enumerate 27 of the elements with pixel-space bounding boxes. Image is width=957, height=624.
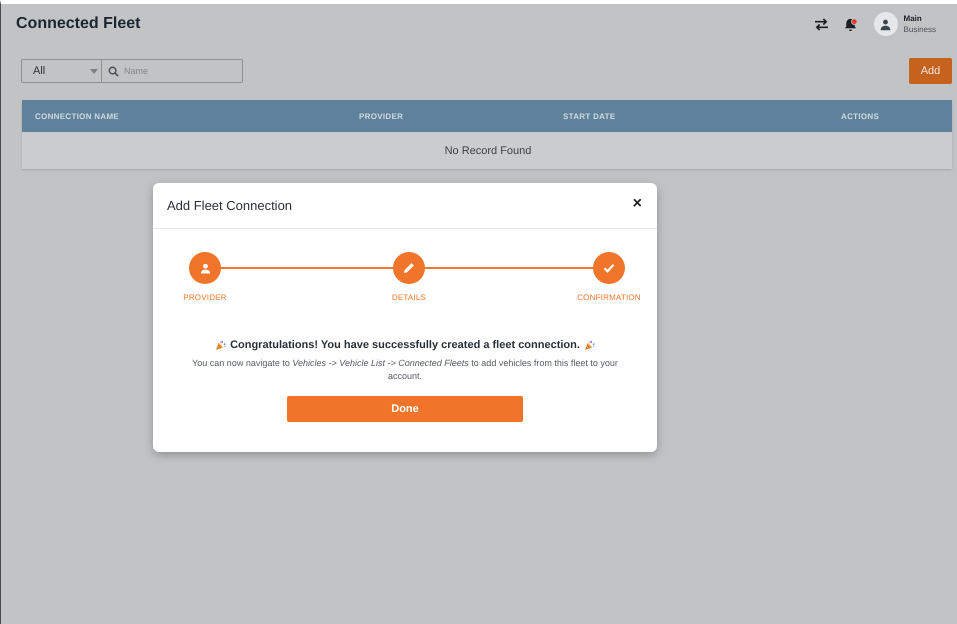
close-button[interactable]: × (630, 194, 644, 212)
empty-message: No Record Found (444, 144, 532, 156)
step-label: PROVIDER (183, 293, 227, 302)
success-heading: Congratulations! You have successfully created a fleet connection. (230, 339, 580, 351)
column-header: ACTIONS (841, 112, 880, 120)
modal-title: Add Fleet Connection (167, 198, 292, 213)
avatar-icon[interactable] (874, 12, 898, 36)
page-title: Connected Fleet (16, 15, 142, 33)
bell-icon[interactable] (842, 16, 858, 32)
person-icon (200, 262, 210, 274)
user-role: Business (904, 24, 936, 35)
column-header: START DATE (563, 112, 616, 120)
search-field[interactable]: Name (102, 59, 243, 83)
column-header: PROVIDER (359, 112, 404, 120)
step-label: DETAILS (392, 293, 426, 302)
success-message: You can now navigate to Vehicles -> Vehicle List -> Connected Fleets to add vehicles from this fleet to your account. (191, 357, 619, 383)
pencil-icon (403, 262, 415, 274)
search-icon (108, 66, 119, 77)
user-name: Main (904, 13, 923, 24)
filter-dropdown[interactable]: All (21, 59, 102, 83)
caret-icon (90, 68, 98, 74)
step-label: CONFIRMATION (577, 293, 641, 302)
party-popper-icon (215, 340, 226, 350)
column-header: CONNECTION NAME (34, 112, 120, 120)
swap-arrows-icon[interactable] (814, 18, 829, 30)
check-icon (603, 262, 615, 274)
party-popper-icon (584, 340, 595, 350)
